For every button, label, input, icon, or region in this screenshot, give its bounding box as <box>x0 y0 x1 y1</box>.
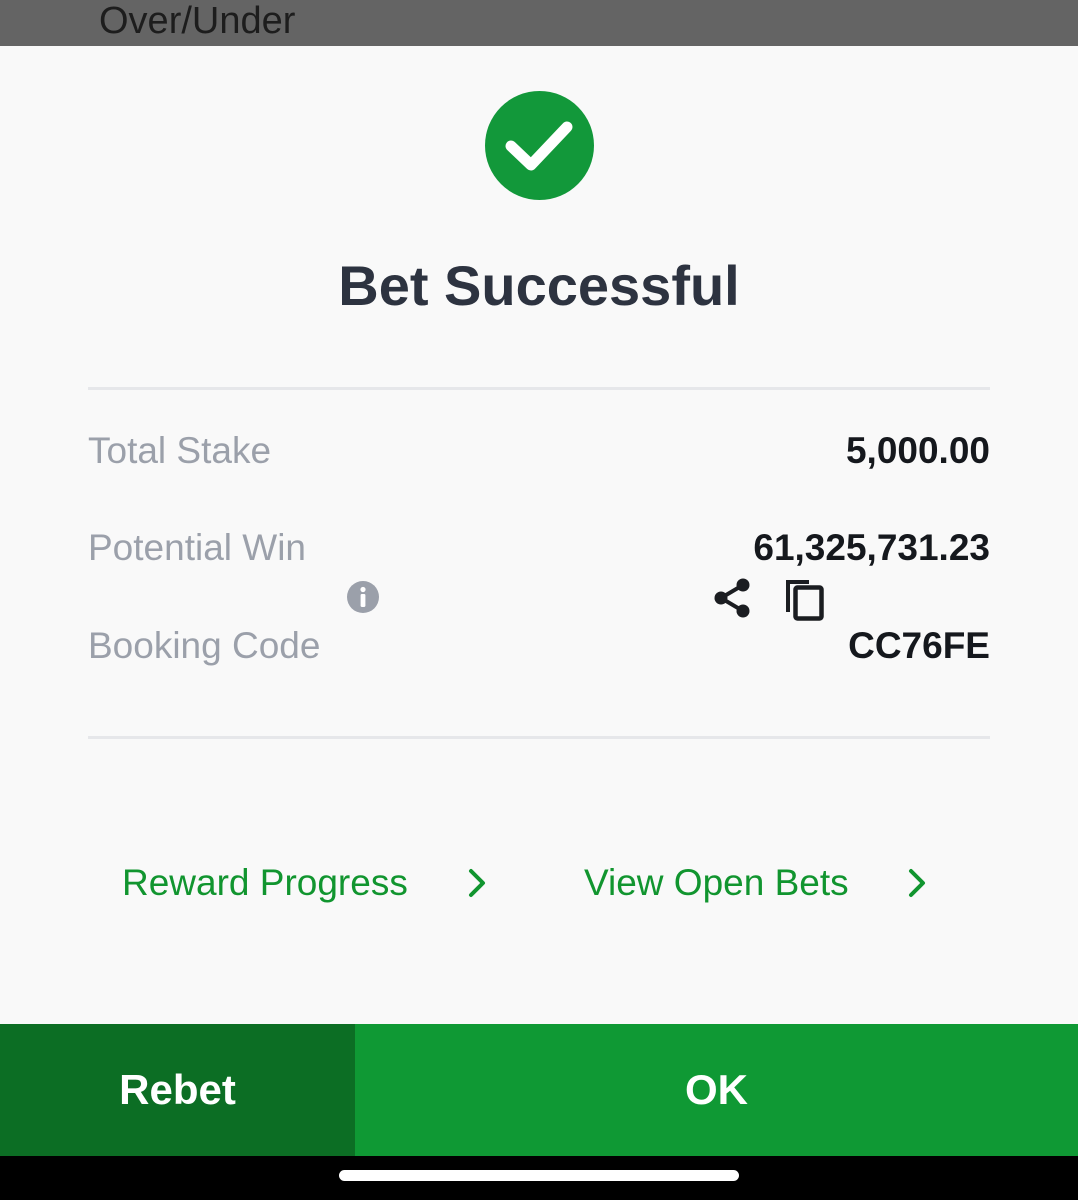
total-stake-value: 5,000.00 <box>845 430 990 471</box>
top-bar: Over/Under <box>0 0 1078 46</box>
potential-win-label: Potential Win <box>88 527 306 568</box>
chevron-right-icon[interactable] <box>460 866 494 900</box>
home-indicator[interactable] <box>339 1170 739 1181</box>
chevron-right-icon[interactable] <box>900 866 934 900</box>
reward-progress-link[interactable]: Reward Progress <box>122 858 408 908</box>
total-stake-label: Total Stake <box>88 430 272 471</box>
potential-win-value: 61,325,731.23 <box>753 527 990 568</box>
check-circle-icon <box>485 91 594 200</box>
rebet-button[interactable]: Rebet <box>0 1024 355 1156</box>
copy-icon[interactable] <box>780 574 828 622</box>
top-divider <box>88 387 990 390</box>
action-bar: Rebet OK <box>0 1024 1078 1156</box>
ok-button[interactable]: OK <box>355 1024 1078 1156</box>
view-open-bets-link[interactable]: View Open Bets <box>584 858 849 908</box>
info-icon[interactable] <box>346 580 380 614</box>
system-nav-bar <box>0 1156 1078 1200</box>
bet-success-dialog: Bet Successful Total Stake 5,000.00 Pote… <box>0 46 1078 1024</box>
bottom-divider <box>88 736 990 739</box>
share-icon[interactable] <box>710 576 754 620</box>
market-title: Over/Under <box>99 0 296 42</box>
booking-code-label: Booking Code <box>88 625 321 666</box>
dialog-title: Bet Successful <box>338 254 740 317</box>
booking-code-value: CC76FE <box>848 625 990 666</box>
